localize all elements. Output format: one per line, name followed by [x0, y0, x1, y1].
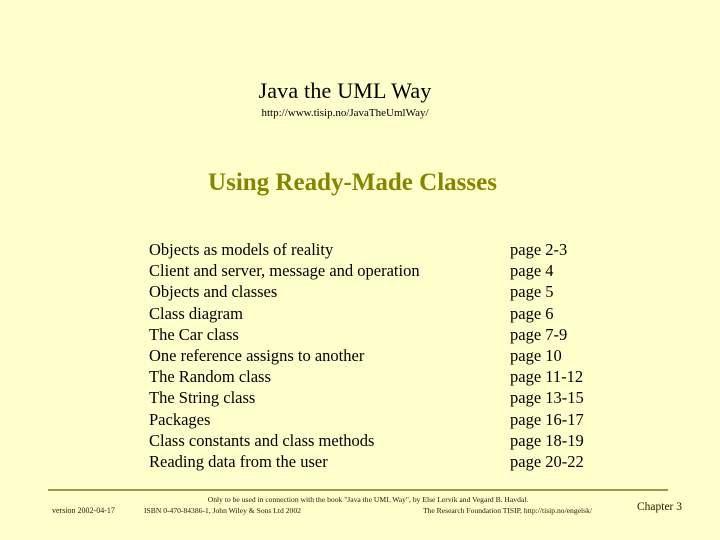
list-item-page: page 10	[510, 345, 562, 365]
list-item: Client and server, message and operation…	[149, 260, 619, 281]
footer-chapter: Chapter 3	[636, 501, 682, 513]
list-item-topic: Objects and classes	[149, 282, 278, 302]
list-item-page: page 7-9	[510, 324, 568, 344]
list-item: Packages page 16-17	[149, 409, 619, 430]
list-item-page: page 16-17	[510, 409, 584, 429]
list-item-page: page 2-3	[510, 240, 568, 259]
list-item-topic: Reading data from the user	[149, 451, 328, 471]
slide: Java the UML Way http://www.tisip.no/Jav…	[0, 0, 720, 540]
footer-credit-row: ISBN 0-470-84386-1, John Wiley & Sons Lt…	[138, 505, 598, 516]
list-item-page: page 4	[510, 261, 554, 281]
list-item: The String class page 13-15	[149, 387, 619, 408]
list-item-page: page 11-12	[510, 367, 584, 387]
list-item-page: page 5	[510, 282, 554, 302]
list-item: One reference assigns to another page 10	[149, 345, 619, 366]
footer-credits: Only to be used in connection with the b…	[138, 494, 598, 516]
list-item-topic: Class diagram	[149, 303, 243, 323]
list-item: The Car class page 7-9	[149, 324, 619, 345]
book-title: Java the UML Way	[258, 78, 432, 103]
book-url: http://www.tisip.no/JavaTheUmlWay/	[261, 107, 429, 119]
footer: version 2002-04-17 Only to be used in co…	[0, 488, 720, 540]
list-item-topic: Packages	[149, 409, 211, 429]
contents-list: Objects as models of reality page 2-3 Cl…	[149, 239, 619, 472]
list-item-page: page 13-15	[510, 388, 584, 408]
list-item-topic: The Car class	[149, 324, 239, 344]
list-item-topic: The Random class	[149, 367, 271, 387]
footer-usage-note: Only to be used in connection with the b…	[207, 495, 529, 504]
list-item-topic: The String class	[149, 388, 256, 408]
list-item-page: page 20-22	[510, 451, 584, 471]
list-item: Objects as models of reality page 2-3	[149, 239, 619, 260]
list-item: The Random class page 11-12	[149, 366, 619, 387]
list-item: Reading data from the user page 20-22	[149, 451, 619, 472]
list-item: Class diagram page 6	[149, 303, 619, 324]
page-title: Using Ready-Made Classes	[208, 169, 497, 196]
list-item: Class constants and class methods page 1…	[149, 430, 619, 451]
list-item-page: page 6	[510, 303, 554, 323]
list-item: Objects and classes page 5	[149, 281, 619, 302]
list-item-topic: Objects as models of reality	[149, 240, 334, 259]
footer-isbn: ISBN 0-470-84386-1, John Wiley & Sons Lt…	[144, 506, 301, 515]
footer-tisip: The Research Foundation TISIP, http://ti…	[422, 506, 592, 515]
list-item-page: page 18-19	[510, 430, 584, 450]
list-item-topic: One reference assigns to another	[149, 345, 365, 365]
footer-version: version 2002-04-17	[52, 506, 115, 515]
list-item-topic: Client and server, message and operation	[149, 261, 420, 281]
list-item-topic: Class constants and class methods	[149, 430, 375, 450]
title-block: Java the UML Way http://www.tisip.no/Jav…	[0, 78, 690, 121]
